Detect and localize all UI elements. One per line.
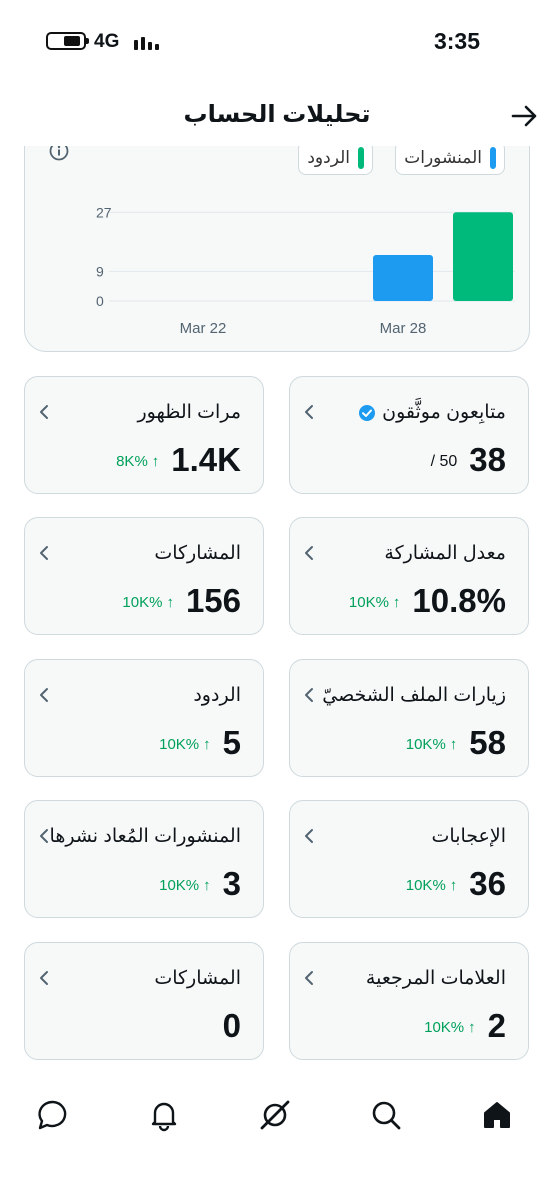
- metric-label-text: متابِعون موثَّقون: [382, 402, 506, 423]
- back-arrow-icon[interactable]: [508, 100, 540, 132]
- y-tick-label: 0: [96, 293, 104, 309]
- metric-value: 5: [222, 724, 241, 761]
- metric-card[interactable]: المشاركات 0: [24, 942, 264, 1060]
- metric-change: 10K% ↑: [349, 594, 401, 611]
- arrow-up-icon: ↑: [449, 736, 458, 753]
- metric-label-text: معدل المشاركة: [384, 543, 506, 564]
- metric-label: المشاركات: [154, 967, 241, 990]
- chevron-left-icon: [305, 971, 313, 985]
- metric-label: متابِعون موثَّقون: [358, 401, 506, 424]
- status-bar: 4G 3:35: [0, 0, 554, 80]
- metric-label-text: الإعجابات: [431, 826, 506, 847]
- metric-card[interactable]: المشاركات 156 10K% ↑: [24, 517, 264, 635]
- chevron-left-icon: [40, 405, 48, 419]
- metric-card[interactable]: متابِعون موثَّقون 38 / 50: [289, 376, 529, 494]
- bar-chart: 0 9 27 Mar 22 Mar 28: [96, 204, 515, 337]
- metric-value: 2: [487, 1007, 506, 1044]
- metric-label: الردود: [193, 684, 241, 707]
- metric-change-text: 8K%: [116, 453, 148, 470]
- metric-label-text: المشاركات: [154, 543, 241, 564]
- metric-change: 10K% ↑: [424, 1019, 476, 1036]
- metric-label: معدل المشاركة: [384, 542, 506, 565]
- y-tick-label: 9: [96, 263, 104, 279]
- metric-change: 8K% ↑: [116, 453, 159, 470]
- metric-value: 38: [469, 441, 506, 478]
- header-bar: تحليلات الحساب: [0, 88, 554, 146]
- chevron-left-icon: [40, 971, 48, 985]
- metric-change: 10K% ↑: [406, 877, 458, 894]
- metric-label-text: العلامات المرجعية: [365, 968, 506, 989]
- metric-change-text: 10K%: [122, 594, 163, 611]
- metric-label-text: زيارات الملف الشخصيّ: [322, 685, 506, 706]
- metric-value: 1.4K: [171, 441, 241, 478]
- bell-icon[interactable]: [147, 1098, 181, 1132]
- metric-label-text: الردود: [193, 685, 241, 706]
- x-tick-label: Mar 22: [180, 320, 227, 337]
- metric-value: 156: [185, 582, 241, 619]
- metric-card[interactable]: معدل المشاركة 10.8% 10K% ↑: [289, 517, 529, 635]
- page-title: تحليلات الحساب: [183, 101, 371, 128]
- arrow-up-icon: ↑: [203, 877, 211, 894]
- verified-badge-icon: [359, 404, 376, 421]
- chevron-left-icon: [40, 546, 48, 560]
- chevron-left-icon: [40, 688, 48, 702]
- metric-value: 10.8%: [412, 582, 506, 619]
- metric-change: 10K% ↑: [159, 877, 211, 894]
- home-icon[interactable]: [480, 1098, 514, 1132]
- arrow-up-icon: ↑: [203, 736, 211, 753]
- metric-change: 10K% ↑: [159, 736, 211, 753]
- metric-card[interactable]: زيارات الملف الشخصيّ 58 10K% ↑: [289, 659, 529, 777]
- bar-replies[interactable]: [453, 212, 513, 301]
- metric-change-text: 10K%: [405, 736, 446, 753]
- metric-value: 36: [469, 865, 506, 902]
- metric-change-text: 10K%: [159, 736, 200, 753]
- arrow-up-icon: ↑: [468, 1019, 476, 1036]
- metric-card[interactable]: المنشورات المُعاد نشرها 3 10K% ↑: [24, 800, 264, 918]
- metric-change-text: 10K%: [348, 594, 389, 611]
- metric-label: زيارات الملف الشخصيّ: [322, 684, 506, 707]
- metric-change-text: 10K%: [159, 877, 200, 894]
- metric-value: 58: [469, 724, 506, 761]
- chevron-left-icon: [40, 829, 48, 843]
- metric-card[interactable]: مرات الظهور 1.4K 8K% ↑: [24, 376, 264, 494]
- network-type: 4G: [94, 31, 120, 52]
- bar-posts[interactable]: [373, 255, 433, 301]
- grok-icon[interactable]: [258, 1098, 292, 1132]
- arrow-up-icon: ↑: [151, 453, 160, 470]
- battery-icon: [46, 32, 89, 50]
- metric-sub-value: / 50: [430, 453, 458, 470]
- metric-label: مرات الظهور: [137, 401, 241, 424]
- arrow-up-icon: ↑: [166, 594, 174, 611]
- metric-label: المشاركات: [154, 542, 241, 565]
- x-tick-label: Mar 28: [380, 320, 427, 337]
- chevron-left-icon: [305, 405, 313, 419]
- metric-label: العلامات المرجعية: [366, 967, 506, 990]
- metric-change: 10K% ↑: [406, 736, 458, 753]
- signal-icon: [134, 34, 162, 50]
- metric-card[interactable]: العلامات المرجعية 2 10K% ↑: [289, 942, 529, 1060]
- search-icon[interactable]: [369, 1098, 403, 1132]
- chevron-left-icon: [305, 688, 313, 702]
- chevron-left-icon: [305, 546, 313, 560]
- arrow-up-icon: ↑: [392, 594, 401, 611]
- metric-value: 3: [222, 865, 241, 902]
- metric-change-text: 10K%: [424, 1019, 465, 1036]
- metric-label-text: المشاركات: [154, 968, 241, 989]
- metric-label-text: المنشورات المُعاد نشرها: [49, 826, 241, 847]
- status-time: 3:35: [433, 28, 480, 54]
- metric-card[interactable]: الردود 5 10K% ↑: [24, 659, 264, 777]
- chevron-left-icon: [305, 829, 313, 843]
- metric-change-text: 10K%: [405, 877, 446, 894]
- metric-change: 10K% ↑: [122, 594, 174, 611]
- y-tick-label: 27: [96, 204, 112, 220]
- metric-label: الإعجابات: [432, 825, 506, 848]
- metric-label: المنشورات المُعاد نشرها: [50, 825, 241, 848]
- arrow-up-icon: ↑: [449, 877, 458, 894]
- metric-card[interactable]: الإعجابات 36 10K% ↑: [289, 800, 529, 918]
- bottom-nav: [0, 1080, 554, 1160]
- metric-label-text: مرات الظهور: [137, 402, 241, 423]
- metric-value: 0: [222, 1007, 241, 1044]
- chart-card: المنشورات الردود 0 9 27 Mar 22 Mar 28: [24, 110, 530, 352]
- messages-icon[interactable]: [36, 1098, 70, 1132]
